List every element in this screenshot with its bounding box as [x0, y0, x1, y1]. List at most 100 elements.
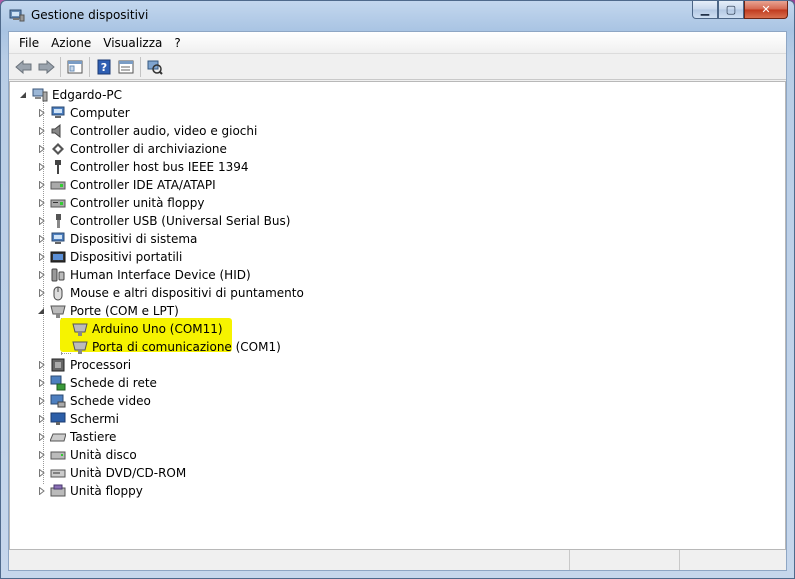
expand-triangle-icon[interactable] [37, 145, 46, 154]
help-icon: ? [97, 59, 111, 74]
processor-icon [50, 357, 66, 373]
expand-triangle-icon[interactable] [37, 397, 46, 406]
tree-item-floppy-drives[interactable]: Unità floppy [37, 482, 143, 500]
toolbar-separator [140, 56, 141, 77]
expand-triangle-icon[interactable] [37, 361, 46, 370]
tree-item-ports[interactable]: Porte (COM e LPT) [37, 302, 179, 320]
menu-help[interactable]: ? [168, 34, 186, 52]
minimize-button[interactable]: ▁ [692, 1, 718, 19]
expand-triangle-icon[interactable] [37, 289, 46, 298]
tree-item-dvd[interactable]: Unità DVD/CD-ROM [37, 464, 186, 482]
floppy-controller-icon [50, 195, 66, 211]
tree-item-storage[interactable]: Controller di archiviazione [37, 140, 227, 158]
expand-triangle-icon[interactable] [37, 433, 46, 442]
expand-triangle-icon[interactable] [37, 415, 46, 424]
tree-connector [61, 353, 71, 354]
tree-item-disk-drives[interactable]: Unità disco [37, 446, 137, 464]
mouse-icon [50, 285, 66, 301]
tree-item-audio[interactable]: Controller audio, video e giochi [37, 122, 257, 140]
tree-item-portable-devices[interactable]: Dispositivi portatili [37, 248, 182, 266]
floppy-drive-icon [50, 483, 66, 499]
expand-triangle-icon[interactable] [37, 253, 46, 262]
tree-item-label: Controller audio, video e giochi [70, 124, 258, 138]
expand-triangle-icon[interactable] [37, 271, 46, 280]
tree-item-label: Porte (COM e LPT) [70, 304, 179, 318]
minimize-icon: ▁ [700, 3, 710, 16]
tree-item-system-devices[interactable]: Dispositivi di sistema [37, 230, 197, 248]
toolbar-separator [60, 56, 61, 77]
speaker-icon [50, 123, 66, 139]
device-manager-icon [9, 8, 25, 22]
tree-item-floppy-controller[interactable]: Controller unità floppy [37, 194, 205, 212]
tree-item-usb[interactable]: Controller USB (Universal Serial Bus) [37, 212, 290, 230]
tree-item-mouse[interactable]: Mouse e altri dispositivi di puntamento [37, 284, 304, 302]
menu-azione[interactable]: Azione [45, 34, 97, 52]
expand-triangle-icon[interactable] [37, 451, 46, 460]
console-tree-icon [67, 60, 83, 73]
show-hide-console-tree-button[interactable] [64, 56, 86, 78]
tree-item-label: Schermi [70, 412, 119, 426]
scan-hardware-button[interactable] [144, 56, 166, 78]
tree-item-label: Mouse e altri dispositivi di puntamento [70, 286, 304, 300]
menu-visualizza[interactable]: Visualizza [97, 34, 168, 52]
expand-triangle-icon[interactable] [37, 469, 46, 478]
menu-file[interactable]: File [13, 34, 45, 52]
device-manager-window: Gestione dispositivi ▁ ▢ ✕ File Azione V… [0, 0, 795, 579]
status-cell-main [9, 550, 569, 570]
tree-item-firewire[interactable]: Controller host bus IEEE 1394 [37, 158, 249, 176]
expand-triangle-icon[interactable] [37, 487, 46, 496]
expand-triangle-icon[interactable] [37, 217, 46, 226]
tree-root[interactable]: Edgardo-PC [19, 86, 122, 104]
forward-arrow-icon [38, 59, 55, 74]
expand-triangle-icon[interactable] [37, 235, 46, 244]
tree-item-processors[interactable]: Processori [37, 356, 131, 374]
firewire-icon [50, 159, 66, 175]
properties-button[interactable] [115, 56, 137, 78]
tree-item-label: Controller host bus IEEE 1394 [70, 160, 249, 174]
tree-item-hid[interactable]: Human Interface Device (HID) [37, 266, 251, 284]
port-icon [50, 303, 66, 319]
forward-button[interactable] [35, 56, 57, 78]
tree-item-keyboards[interactable]: Tastiere [37, 428, 116, 446]
help-button[interactable]: ? [93, 56, 115, 78]
storage-icon [50, 141, 66, 157]
tree-item-computer[interactable]: Computer [37, 104, 130, 122]
tree-item-label: Unità floppy [70, 484, 143, 498]
tree-item-label: Computer [70, 106, 130, 120]
tree-item-ide[interactable]: Controller IDE ATA/ATAPI [37, 176, 216, 194]
maximize-icon: ▢ [725, 3, 737, 16]
menu-bar: File Azione Visualizza ? [9, 32, 786, 54]
tree-item-com1[interactable]: Porta di comunicazione (COM1) [72, 338, 281, 356]
window-title: Gestione dispositivi [31, 8, 149, 22]
expand-triangle-icon[interactable] [37, 199, 46, 208]
ide-icon [50, 177, 66, 193]
computer-icon [32, 87, 48, 103]
close-button[interactable]: ✕ [744, 1, 788, 19]
maximize-button[interactable]: ▢ [718, 1, 744, 19]
tree-item-arduino-uno[interactable]: Arduino Uno (COM11) [72, 320, 223, 338]
title-bar[interactable]: Gestione dispositivi ▁ ▢ ✕ [1, 1, 794, 29]
expand-triangle-icon[interactable] [37, 109, 46, 118]
client-area: File Azione Visualizza ? ? Edgardo-PC Co… [8, 31, 787, 571]
status-bar [9, 550, 786, 570]
hid-icon [50, 267, 66, 283]
expand-triangle-icon[interactable] [37, 127, 46, 136]
back-arrow-icon [15, 59, 32, 74]
tree-item-label: Processori [70, 358, 132, 372]
tree-item-network[interactable]: Schede di rete [37, 374, 157, 392]
portable-device-icon [50, 249, 66, 265]
display-adapter-icon [50, 393, 66, 409]
status-cell [679, 550, 786, 570]
expand-triangle-icon[interactable] [37, 379, 46, 388]
expand-triangle-icon[interactable] [37, 163, 46, 172]
tree-item-label: Unità DVD/CD-ROM [70, 466, 187, 480]
back-button[interactable] [13, 56, 35, 78]
port-icon [72, 339, 88, 355]
device-tree[interactable]: Edgardo-PC Computer Controller audio, vi… [9, 81, 786, 550]
expand-triangle-icon[interactable] [37, 181, 46, 190]
collapse-triangle-icon[interactable] [37, 307, 46, 316]
tree-root-label: Edgardo-PC [52, 88, 123, 102]
collapse-triangle-icon[interactable] [19, 91, 28, 100]
tree-item-display-adapters[interactable]: Schede video [37, 392, 151, 410]
tree-item-monitors[interactable]: Schermi [37, 410, 119, 428]
